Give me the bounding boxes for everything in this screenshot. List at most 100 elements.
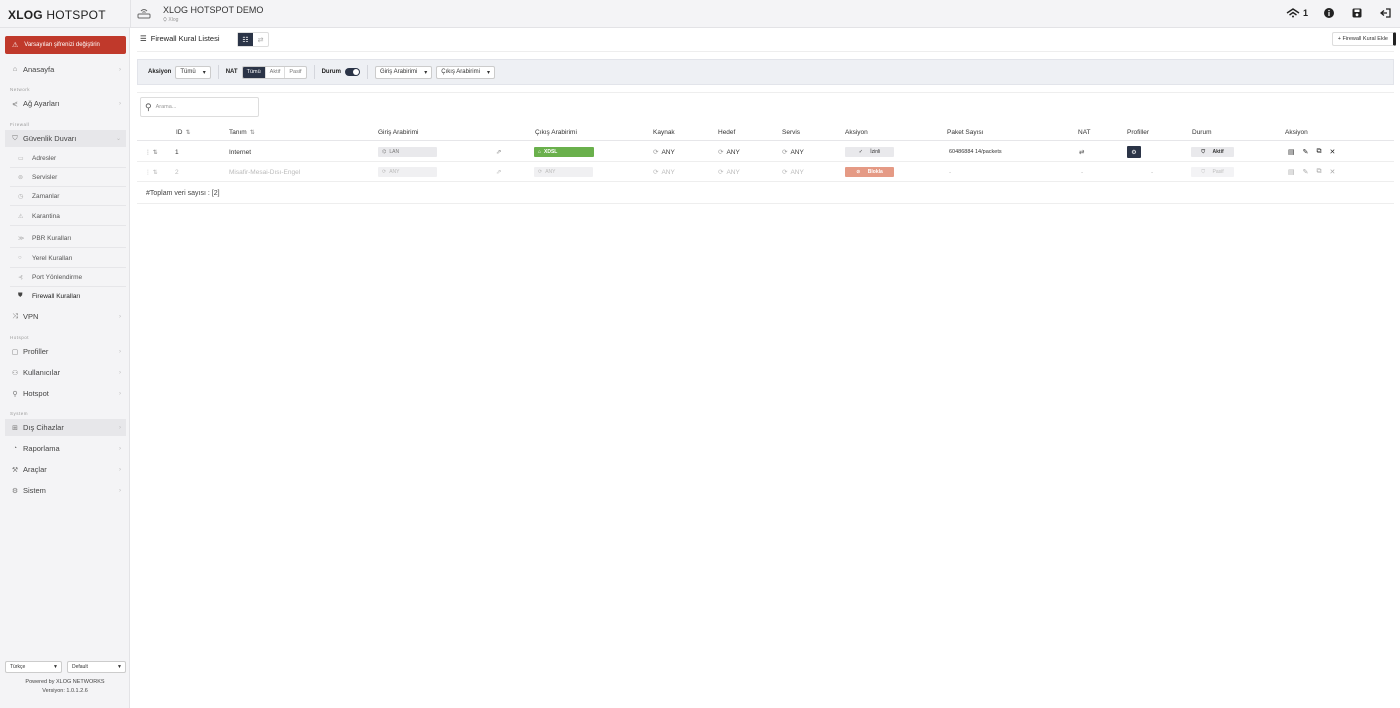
column-header-name[interactable]: Tanım ⇅ bbox=[229, 125, 255, 140]
divider bbox=[137, 92, 1394, 93]
sidebar-item-users[interactable]: ⚇ Kullanıcılar › bbox=[5, 364, 126, 381]
sidebar-item-system[interactable]: ⚙ Sistem › bbox=[5, 482, 126, 499]
divider bbox=[366, 65, 368, 79]
report-icon: ◔ bbox=[12, 445, 18, 452]
save-icon[interactable] bbox=[1350, 6, 1364, 20]
document-icon[interactable]: ▤ bbox=[1288, 148, 1295, 156]
block-icon: ⊘ bbox=[856, 169, 861, 175]
theme-select[interactable]: Default ▼ bbox=[67, 661, 126, 673]
action-filter-select[interactable]: Tümü ▾ bbox=[175, 65, 211, 79]
sidebar-sub-firewall-rules[interactable]: ⛊ Firewall Kuralları bbox=[10, 287, 126, 306]
sidebar-item-network-settings[interactable]: ⋞ Ağ Ayarları › bbox=[5, 95, 126, 112]
action-badge: ⊘ Blokla bbox=[845, 163, 894, 181]
profiles-button[interactable]: ⚙ bbox=[1127, 143, 1141, 161]
status-filter-label: Durum bbox=[321, 69, 341, 75]
profile-icon: ⚙ bbox=[1127, 146, 1141, 158]
drag-handle[interactable]: ⋮ ⇅ bbox=[145, 163, 158, 181]
brand-logo[interactable]: XLOG HOTSPOT bbox=[8, 8, 106, 22]
logout-icon[interactable] bbox=[1378, 6, 1392, 20]
sidebar-item-tools[interactable]: ⚒ Araçlar › bbox=[5, 461, 126, 478]
delete-icon[interactable]: ✕ bbox=[1330, 148, 1336, 156]
any-icon: ⟳ bbox=[718, 149, 724, 156]
column-header-nat: NAT bbox=[1078, 129, 1091, 136]
action-badge: ✓ İzinli bbox=[845, 143, 894, 161]
swap-view-button[interactable]: ⇄ bbox=[253, 33, 268, 46]
drag-handle[interactable]: ⋮ ⇅ bbox=[145, 143, 158, 161]
list-icon: ☰ bbox=[140, 34, 147, 43]
sidebar-sub-local-rules[interactable]: ○ Yerel Kuralları bbox=[10, 249, 126, 268]
nat-filter-passive[interactable]: Pasif bbox=[285, 67, 305, 78]
sidebar-sub-quarantine[interactable]: ⚠ Karantina bbox=[10, 207, 126, 226]
nat-filter-segmented: Tümü Aktif Pasif bbox=[241, 65, 307, 79]
share-icon: ⋞ bbox=[12, 100, 18, 108]
any-icon: ⟳ bbox=[538, 169, 543, 175]
service-cell: ⟳ ANY bbox=[782, 168, 804, 177]
any-icon: ⟳ bbox=[782, 169, 788, 176]
nat-filter-active[interactable]: Aktif bbox=[266, 66, 286, 78]
nat-filter-all[interactable]: Tümü bbox=[242, 66, 266, 78]
column-header-id[interactable]: ID ⇅ bbox=[176, 125, 191, 140]
delete-icon[interactable]: ✕ bbox=[1330, 168, 1336, 176]
notification-count: 1 bbox=[1302, 8, 1308, 18]
language-select[interactable]: Türkçe ▼ bbox=[5, 661, 62, 673]
sidebar-sub-services[interactable]: ⊚ Servisler bbox=[10, 168, 126, 187]
shield-icon: ⛉ bbox=[12, 134, 18, 142]
sidebar-item-vpn[interactable]: ⤨ VPN › bbox=[5, 308, 126, 325]
sidebar-sub-pbr-rules[interactable]: ≫ PBR Kuralları bbox=[10, 229, 126, 248]
column-header-packet-count: Paket Sayısı bbox=[947, 129, 984, 136]
sort-icon: ⇅ bbox=[249, 130, 255, 136]
sidebar-item-firewall[interactable]: ⛉ Güvenlik Duvarı ⌄ bbox=[5, 130, 126, 147]
any-icon: ⟳ bbox=[653, 169, 659, 176]
sidebar-sub-port-forwarding[interactable]: ⊰ Port Yönlendirme bbox=[10, 268, 126, 287]
chevron-right-icon: › bbox=[119, 100, 121, 107]
sort-icon: ⇅ bbox=[185, 130, 191, 136]
column-header-destination: Hedef bbox=[718, 129, 736, 136]
search-icon: ⚲ bbox=[145, 101, 152, 112]
clock-icon: ◷ bbox=[18, 193, 24, 200]
quarantine-icon: ⚠ bbox=[18, 213, 24, 220]
edit-icon[interactable]: ✎ bbox=[1303, 168, 1309, 176]
chevron-right-icon: › bbox=[119, 466, 121, 473]
external-link-icon[interactable]: ⇗ bbox=[496, 143, 501, 161]
sidebar-item-hotspot[interactable]: ⚲ Hotspot › bbox=[5, 385, 126, 402]
sidebar-item-profiles[interactable]: ▢ Profiller › bbox=[5, 343, 126, 360]
copy-icon[interactable]: ⧉ bbox=[1317, 148, 1322, 156]
in-interface-filter-select[interactable]: Giriş Arabirimi ▾ bbox=[374, 65, 433, 79]
chevron-right-icon: › bbox=[119, 445, 121, 452]
status-toggle[interactable] bbox=[344, 68, 360, 76]
destination-cell: ⟳ ANY bbox=[718, 168, 740, 177]
destination-cell: ⟳ ANY bbox=[718, 148, 740, 157]
top-bar-actions: 1 bbox=[1286, 6, 1392, 20]
network-icon: ⌬ bbox=[382, 149, 387, 155]
document-icon[interactable]: ▤ bbox=[1288, 168, 1295, 176]
column-header-in-interface: Giriş Arabirimi bbox=[378, 129, 419, 136]
network-status-icon[interactable]: 1 bbox=[1286, 6, 1308, 20]
copy-icon[interactable]: ⧉ bbox=[1317, 168, 1322, 176]
shield-icon: ⛉ bbox=[1201, 169, 1206, 175]
external-link-icon[interactable]: ⇗ bbox=[496, 163, 501, 181]
sidebar-item-reporting[interactable]: ◔ Raporlama › bbox=[5, 440, 126, 457]
sidebar-item-external-devices[interactable]: ⊞ Dış Cihazlar › bbox=[5, 419, 126, 436]
out-interface-filter-select[interactable]: Çıkış Arabirimi ▾ bbox=[436, 65, 495, 79]
action-filter-label: Aksiyon bbox=[148, 69, 172, 75]
sidebar-sub-addresses[interactable]: ▭ Adresler bbox=[10, 149, 126, 168]
change-password-warning-button[interactable]: ⚠ Varsayılan şifrenizi değiştirin bbox=[5, 36, 126, 54]
info-icon[interactable] bbox=[1322, 6, 1336, 20]
search-input[interactable]: ⚲ Arama... bbox=[140, 97, 259, 117]
tools-icon: ⚒ bbox=[11, 466, 19, 474]
packet-count: 60486884 14/packets bbox=[949, 149, 1002, 155]
out-interface-chip: ⟳ ANY bbox=[534, 163, 593, 181]
top-bar: XLOG HOTSPOT XLOG HOTSPOT DEMO ⛭ Xlog 1 bbox=[0, 0, 1400, 28]
table-header: ID ⇅ Tanım ⇅ Giriş Arabirimi Çıkış Arabiri… bbox=[137, 125, 1394, 141]
in-interface-chip: ⟳ ANY bbox=[378, 163, 437, 181]
status-badge: ⛉ Aktif bbox=[1191, 143, 1234, 161]
sidebar-sub-schedules[interactable]: ◷ Zamanlar bbox=[10, 187, 126, 206]
edit-icon[interactable]: ✎ bbox=[1303, 148, 1309, 156]
caret-down-icon: ▾ bbox=[486, 69, 490, 76]
in-interface-chip: ⌬ LAN bbox=[378, 143, 437, 161]
list-view-button[interactable]: ☷ bbox=[238, 33, 253, 46]
devices-icon: ⊞ bbox=[12, 424, 18, 432]
add-firewall-rule-button[interactable]: + Firewall Kural Ekle bbox=[1331, 32, 1396, 46]
main-content: ☰ Firewall Kural Listesi ☷ ⇄ + Firewall K… bbox=[131, 28, 1400, 708]
sidebar-item-home[interactable]: ⌂ Anasayfa › bbox=[5, 61, 126, 78]
